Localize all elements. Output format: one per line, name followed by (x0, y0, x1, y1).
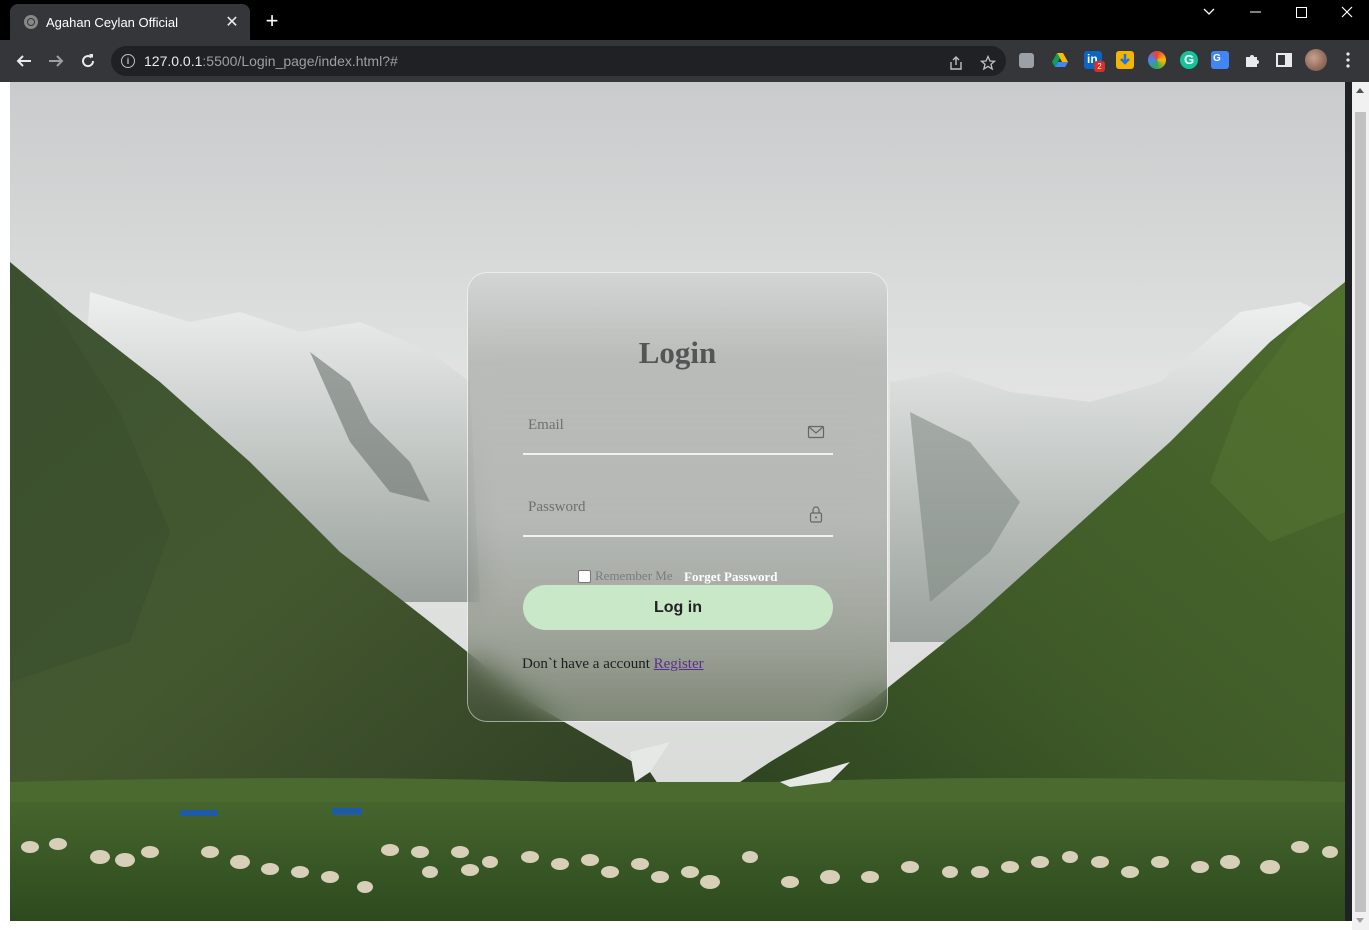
vertical-scrollbar[interactable] (1352, 82, 1369, 930)
password-placeholder: Password (528, 499, 586, 515)
download-icon[interactable] (1116, 51, 1134, 69)
share-icon[interactable] (946, 53, 966, 73)
site-info-icon[interactable]: i (121, 54, 135, 68)
login-button[interactable]: Log in (523, 585, 833, 630)
login-title: Login (638, 335, 717, 370)
register-link[interactable]: Register (654, 656, 704, 672)
scrollbar-thumb[interactable] (1355, 112, 1366, 912)
side-panel-icon[interactable] (1275, 51, 1293, 69)
lock-icon (809, 506, 823, 523)
minimize-button[interactable] (1232, 0, 1278, 24)
email-placeholder: Email (528, 417, 564, 433)
grammarly-icon[interactable]: G (1180, 51, 1198, 69)
globe-icon (24, 15, 38, 29)
new-tab-button[interactable]: + (259, 8, 285, 34)
address-bar[interactable]: i 127.0.0.1:5500/Login_page/index.html?# (111, 46, 1006, 76)
tab-title: Agahan Ceylan Official (46, 14, 179, 30)
scroll-down-arrow-icon[interactable] (1356, 918, 1364, 923)
email-field[interactable]: Email (523, 413, 833, 455)
url-host: 127.0.0.1 (144, 53, 203, 69)
menu-dots-icon[interactable] (1339, 51, 1357, 69)
profile-avatar[interactable] (1305, 49, 1327, 71)
remember-me[interactable]: Remember Me (578, 568, 673, 584)
remember-checkbox[interactable] (578, 569, 591, 583)
envelope-icon (807, 425, 825, 439)
register-row: Don`t have a account Register (522, 656, 704, 673)
tab-close-icon[interactable]: ✕ (222, 12, 242, 32)
bookmark-star-icon[interactable] (978, 53, 998, 73)
google-drive-icon[interactable] (1051, 51, 1069, 69)
extension-icon[interactable] (1019, 53, 1034, 68)
color-picker-icon[interactable] (1148, 51, 1166, 69)
no-account-text: Don`t have a account (522, 656, 650, 672)
maximize-button[interactable] (1278, 0, 1324, 24)
reload-button[interactable] (75, 48, 101, 74)
browser-tab[interactable]: Agahan Ceylan Official ✕ (10, 4, 250, 40)
url-path: :5500/Login_page/index.html?# (202, 53, 398, 69)
tab-search-icon[interactable] (1186, 0, 1232, 24)
back-button[interactable] (11, 48, 37, 74)
forget-password-link[interactable]: Forget Password (684, 569, 778, 585)
extension-badge: 2 (1094, 61, 1105, 72)
password-field[interactable]: Password (523, 495, 833, 537)
linkedin-icon[interactable]: in 2 (1084, 51, 1105, 72)
scroll-up-arrow-icon[interactable] (1356, 88, 1364, 93)
remember-label: Remember Me (595, 568, 673, 583)
page-background: Login Email Password Remember Me Forget … (10, 82, 1345, 921)
puzzle-extensions-icon[interactable] (1243, 51, 1261, 69)
close-window-button[interactable] (1324, 0, 1369, 24)
login-card: Login Email Password Remember Me Forget … (467, 272, 888, 722)
page-left-edge (0, 82, 10, 930)
browser-titlebar: Agahan Ceylan Official ✕ + (0, 0, 1369, 40)
page-bottom-edge (0, 921, 1352, 930)
forward-button[interactable] (43, 48, 69, 74)
translate-icon[interactable]: G (1211, 51, 1229, 69)
